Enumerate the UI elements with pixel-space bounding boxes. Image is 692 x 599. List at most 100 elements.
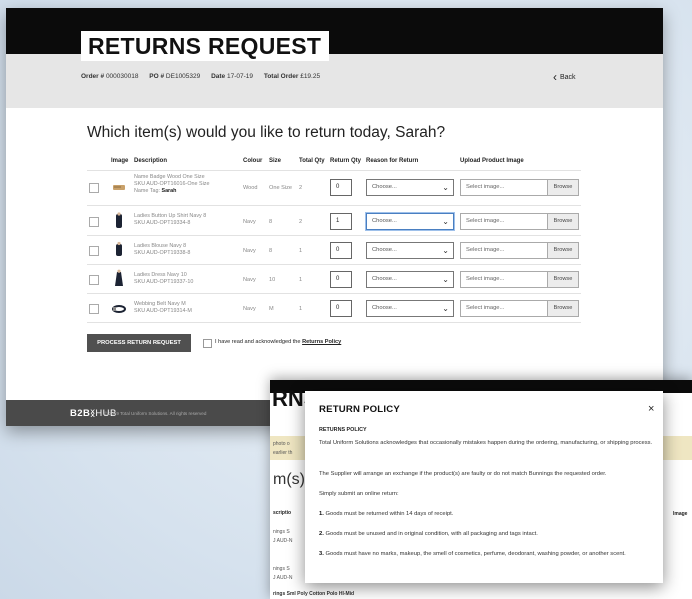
order-number: 000030018 xyxy=(105,73,139,80)
row-divider xyxy=(87,205,581,206)
policy-text: Goods must be unused and in original con… xyxy=(325,531,538,537)
reason-value: Choose... xyxy=(372,276,397,282)
item-sku: SKU AUD-OPT19338-8 xyxy=(134,250,191,256)
background-strip-text: photo o xyxy=(273,441,290,447)
item-total-qty: 2 xyxy=(299,185,303,191)
header-description: Description xyxy=(134,158,168,164)
chevron-down-icon: ⌄ xyxy=(442,183,449,192)
reason-select[interactable]: Choose... ⌄ xyxy=(366,213,454,230)
row-select-checkbox[interactable] xyxy=(89,217,99,227)
return-qty-input[interactable]: 0 xyxy=(330,300,352,317)
dress-image xyxy=(115,269,123,286)
item-name: Ladies Blouse Navy 8 xyxy=(134,243,187,249)
return-qty-input[interactable]: 0 xyxy=(330,271,352,288)
policy-rule: 1. Goods must be returned within 14 days… xyxy=(319,510,655,519)
chevron-down-icon: ⌄ xyxy=(442,217,449,226)
name-badge-image xyxy=(113,185,125,190)
reason-select[interactable]: Choose... ⌄ xyxy=(366,271,454,288)
reason-value: Choose... xyxy=(372,184,397,190)
rule-number: 2. xyxy=(319,531,324,537)
returns-policy-link[interactable]: Returns Policy xyxy=(302,339,341,345)
order-total: £19.25 xyxy=(300,73,321,80)
upload-image-input[interactable]: Select image... xyxy=(460,242,549,259)
blouse-image xyxy=(116,241,122,256)
reason-value: Choose... xyxy=(372,305,397,311)
close-icon[interactable]: × xyxy=(648,403,654,415)
back-label: Back xyxy=(560,74,576,81)
chevron-left-icon: ‹ xyxy=(553,70,557,84)
item-name: Ladies Dress Navy 10 xyxy=(134,272,187,278)
item-colour: Wood xyxy=(243,185,258,191)
row-divider xyxy=(87,322,581,323)
item-colour: Navy xyxy=(243,248,256,254)
policy-paragraph: Simply submit an online return: xyxy=(319,490,655,499)
row-divider xyxy=(87,235,581,236)
policy-text: Total Uniform Solutions acknowledges tha… xyxy=(319,440,653,446)
browse-button[interactable]: Browse xyxy=(547,179,579,196)
reason-value: Choose... xyxy=(372,218,397,224)
policy-paragraph: The Supplier will arrange an exchange if… xyxy=(319,470,655,479)
browse-button[interactable]: Browse xyxy=(547,300,579,317)
reason-select[interactable]: Choose... ⌄ xyxy=(366,242,454,259)
item-description: Name Badge Wood One Size SKU AUD-OPT1601… xyxy=(134,174,234,195)
order-summary: Order # 000030018 PO # DE1005329 Date 17… xyxy=(81,73,329,80)
process-return-button[interactable]: PROCESS RETURN REQUEST xyxy=(87,334,191,352)
upload-image-input[interactable]: Select image... xyxy=(460,213,549,230)
reason-select[interactable]: Choose... ⌄ xyxy=(366,179,454,196)
item-sku: SKU AUD-OPT19337-10 xyxy=(134,279,194,285)
item-name: Webbing Belt Navy M xyxy=(134,301,186,307)
acknowledge-label: I have read and acknowledged the xyxy=(215,339,301,345)
return-qty-input[interactable]: 0 xyxy=(330,179,352,196)
item-size: One Size xyxy=(269,185,293,191)
upload-image-input[interactable]: Select image... xyxy=(460,300,549,317)
policy-paragraph: Total Uniform Solutions acknowledges tha… xyxy=(319,439,655,448)
background-column-fragment: Image xyxy=(673,511,688,517)
item-total-qty: 2 xyxy=(299,219,303,225)
row-divider xyxy=(87,293,581,294)
header-return-qty: Return Qty xyxy=(330,158,362,164)
policy-rule: 2. Goods must be unused and in original … xyxy=(319,530,655,539)
browse-button[interactable]: Browse xyxy=(547,271,579,288)
item-description: Ladies Dress Navy 10 SKU AUD-OPT19337-10 xyxy=(134,272,234,286)
row-select-checkbox[interactable] xyxy=(89,304,99,314)
logo-b2b: B2B xyxy=(70,408,91,419)
back-link[interactable]: ‹ Back xyxy=(553,70,576,84)
item-name: Ladies Button Up Shirt Navy 8 xyxy=(134,213,207,219)
policy-text: Simply submit an online return: xyxy=(319,491,399,497)
date-label: Date xyxy=(211,73,226,80)
upload-image-input[interactable]: Select image... xyxy=(460,179,549,196)
item-name: Name Badge Wood One Size xyxy=(134,174,205,180)
item-size: 8 xyxy=(269,248,273,254)
name-tag-value: Sarah xyxy=(161,188,177,194)
upload-image-input[interactable]: Select image... xyxy=(460,271,549,288)
return-question: Which item(s) would you like to return t… xyxy=(87,124,446,141)
browse-button[interactable]: Browse xyxy=(547,242,579,259)
order-date: 17-07-19 xyxy=(226,73,254,80)
order-label: Order # xyxy=(81,73,105,80)
item-description: Ladies Button Up Shirt Navy 8 SKU AUD-OP… xyxy=(134,213,234,227)
background-row-text: J AUD-N xyxy=(273,575,293,581)
background-row-text: nings S xyxy=(273,566,290,572)
row-select-checkbox[interactable] xyxy=(89,183,99,193)
total-label: Total Order xyxy=(263,73,299,80)
background-strip-text: earlier th xyxy=(273,450,293,456)
return-qty-input[interactable]: 1 xyxy=(330,213,352,230)
item-colour: Navy xyxy=(243,219,256,225)
reason-value: Choose... xyxy=(372,247,397,253)
item-sku: SKU AUD-OPT16016-One Size xyxy=(134,181,210,187)
reason-select[interactable]: Choose... ⌄ xyxy=(366,300,454,317)
policy-text: Goods must be returned within 14 days of… xyxy=(325,511,454,517)
row-select-checkbox[interactable] xyxy=(89,246,99,256)
browse-button[interactable]: Browse xyxy=(547,213,579,230)
po-number: DE1005329 xyxy=(165,73,201,80)
policy-text: Goods must have no marks, makeup, the sm… xyxy=(325,551,626,557)
row-select-checkbox[interactable] xyxy=(89,275,99,285)
row-divider xyxy=(87,170,581,171)
rule-number: 1. xyxy=(319,511,324,517)
modal-subtitle: RETURNS POLICY xyxy=(319,427,367,433)
item-description: Ladies Blouse Navy 8 SKU AUD-OPT19338-8 xyxy=(134,243,234,257)
acknowledge-checkbox[interactable] xyxy=(203,339,212,348)
header-colour: Colour xyxy=(243,158,263,164)
acknowledge-text: I have read and acknowledged the Returns… xyxy=(215,339,341,345)
return-qty-input[interactable]: 0 xyxy=(330,242,352,259)
